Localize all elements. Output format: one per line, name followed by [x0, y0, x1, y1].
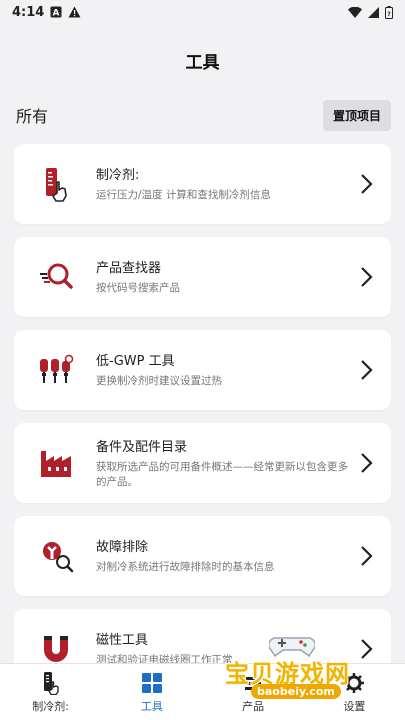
- nav-label: 制冷剂:: [32, 699, 69, 713]
- status-time: 4:14: [12, 4, 45, 20]
- nav-settings[interactable]: 设置: [304, 664, 405, 720]
- tool-card-spare-parts[interactable]: 备件及配件目录 获取所选产品的可用备件概述——经常更新以包含更多的产品。: [14, 423, 391, 503]
- nav-label: 设置: [343, 699, 366, 713]
- tool-title: 产品查找器: [96, 261, 162, 277]
- tool-title: 备件及配件目录: [96, 439, 188, 455]
- factory-icon: [36, 443, 76, 483]
- page-title: 工具: [185, 52, 220, 73]
- signal-icon: [368, 6, 379, 18]
- tool-title: 低-GWP 工具: [96, 354, 175, 370]
- tool-desc: 运行压力/温度 计算和查找制冷剂信息: [96, 189, 271, 202]
- nav-label: 产品: [242, 699, 265, 713]
- chevron-right-icon: [361, 639, 373, 659]
- thermometer-hand-icon: [39, 671, 63, 695]
- notification-a-icon: A: [50, 6, 62, 18]
- wifi-icon: [348, 6, 362, 18]
- tool-title: 制冷剂:: [96, 168, 140, 184]
- tool-card-troubleshooting[interactable]: 故障排除 对制冷系统进行故障排除时的基本信息: [14, 516, 391, 596]
- search-magnifier-icon: [36, 257, 76, 297]
- grid-icon: [140, 671, 164, 695]
- tool-card-product-finder[interactable]: 产品查找器 按代码号搜索产品: [14, 237, 391, 317]
- nav-label: 工具: [140, 699, 163, 713]
- tool-desc: 更换制冷剂时建议设置过热: [96, 375, 222, 388]
- tool-card-low-gwp[interactable]: 低-GWP 工具 更换制冷剂时建议设置过热: [14, 330, 391, 410]
- chevron-right-icon: [361, 174, 373, 194]
- tool-title: 故障排除: [96, 540, 149, 556]
- tool-title: 磁性工具: [96, 633, 149, 649]
- nav-products[interactable]: 产品: [203, 664, 304, 720]
- status-bar: 4:14 A ?: [0, 0, 405, 24]
- tool-desc: 按代码号搜索产品: [96, 282, 180, 295]
- cylinders-icon: [36, 350, 76, 390]
- pin-items-button[interactable]: 置顶项目: [322, 99, 391, 131]
- warning-icon: [68, 6, 81, 18]
- section-label: 所有: [16, 107, 49, 126]
- chevron-right-icon: [361, 546, 373, 566]
- gear-icon: [342, 671, 366, 695]
- svg-text:A: A: [53, 9, 60, 19]
- chevron-right-icon: [361, 267, 373, 287]
- thermometer-hand-icon: [36, 164, 76, 204]
- tool-desc: 获取所选产品的可用备件概述——经常更新以包含更多的产品。: [96, 460, 348, 488]
- tool-card-refrigerant[interactable]: 制冷剂: 运行压力/温度 计算和查找制冷剂信息: [14, 144, 391, 224]
- battery-icon: ?: [385, 5, 393, 19]
- product-icon: [241, 671, 265, 695]
- tool-desc: 对制冷系统进行故障排除时的基本信息: [96, 561, 275, 574]
- section-header: 所有 置顶项目: [0, 96, 405, 134]
- tool-list: 制冷剂: 运行压力/温度 计算和查找制冷剂信息 产品查找器 按代码号搜索产品 低…: [0, 144, 405, 689]
- wrench-search-icon: [36, 536, 76, 576]
- bottom-nav: 制冷剂: 工具 产品 设置: [0, 663, 405, 720]
- app-bar: 工具: [0, 24, 405, 96]
- chevron-right-icon: [361, 360, 373, 380]
- nav-tools[interactable]: 工具: [101, 664, 202, 720]
- chevron-right-icon: [361, 453, 373, 473]
- svg-text:?: ?: [387, 11, 391, 18]
- nav-refrigerant[interactable]: 制冷剂:: [0, 664, 101, 720]
